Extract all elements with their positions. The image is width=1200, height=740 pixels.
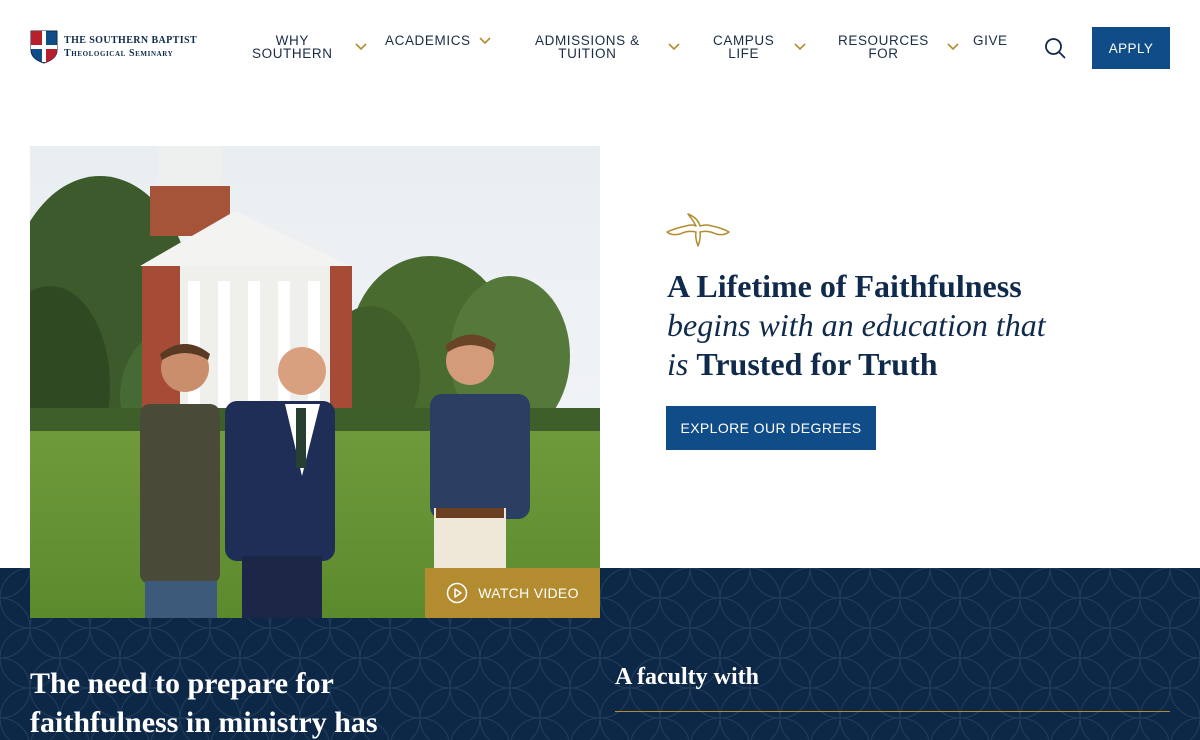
nav-item-admissions-tuition[interactable]: ADMISSIONS & TUITION <box>535 34 680 60</box>
section-left-title: The need to prepare for faithfulness in … <box>30 667 378 739</box>
hero-photo <box>30 146 600 618</box>
shield-icon <box>30 30 58 64</box>
nav-item-resources-for[interactable]: RESOURCES FOR <box>838 34 959 60</box>
nav-item-why-southern[interactable]: WHY SOUTHERN <box>252 34 367 60</box>
watch-video-button[interactable]: WATCH VIDEO <box>425 568 600 618</box>
headline-line-2: begins with an education that <box>667 307 1046 343</box>
nav-item-academics[interactable]: ACADEMICS <box>385 34 491 47</box>
chevron-down-icon <box>794 43 806 51</box>
nav-label: ACADEMICS <box>385 33 471 48</box>
dove-icon <box>666 213 730 247</box>
nav-label: WHY SOUTHERN <box>252 33 333 61</box>
nav-label: ADMISSIONS & TUITION <box>535 33 640 61</box>
nav-label: CAMPUS LIFE <box>713 33 775 61</box>
apply-button[interactable]: APPLY <box>1092 27 1170 69</box>
watch-video-label: WATCH VIDEO <box>478 585 579 601</box>
seminary-logo[interactable]: THE SOUTHERN BAPTIST Theological Seminar… <box>30 30 197 64</box>
section-right-title: A faculty with <box>615 664 759 690</box>
logo-line-1: THE SOUTHERN BAPTIST <box>64 35 198 46</box>
headline-line-3: is Trusted for Truth <box>667 345 1147 384</box>
chevron-down-icon <box>947 43 959 51</box>
chevron-down-icon <box>479 37 491 45</box>
hero-headline: A Lifetime of Faithfulness begins with a… <box>667 267 1147 384</box>
nav-label: RESOURCES FOR <box>838 33 929 61</box>
explore-degrees-button[interactable]: EXPLORE OUR DEGREES <box>666 406 876 450</box>
nav-item-campus-life[interactable]: CAMPUS LIFE <box>713 34 806 60</box>
headline-line-3-bold: Trusted for Truth <box>696 346 938 382</box>
divider <box>615 711 1170 712</box>
chevron-down-icon <box>668 43 680 51</box>
campus-photo-image <box>30 146 600 618</box>
logo-wordmark: THE SOUTHERN BAPTIST Theological Seminar… <box>64 34 197 60</box>
chevron-down-icon <box>354 43 367 51</box>
headline-line-1: A Lifetime of Faithfulness <box>667 268 1022 304</box>
nav-label: GIVE <box>973 33 1008 48</box>
logo-line-2: Theological Seminary <box>64 48 174 59</box>
headline-line-3-italic: is <box>667 346 689 382</box>
play-icon <box>446 582 468 604</box>
search-icon[interactable] <box>1044 37 1066 59</box>
site-header: THE SOUTHERN BAPTIST Theological Seminar… <box>0 0 1200 96</box>
nav-item-give[interactable]: GIVE <box>973 33 1008 48</box>
